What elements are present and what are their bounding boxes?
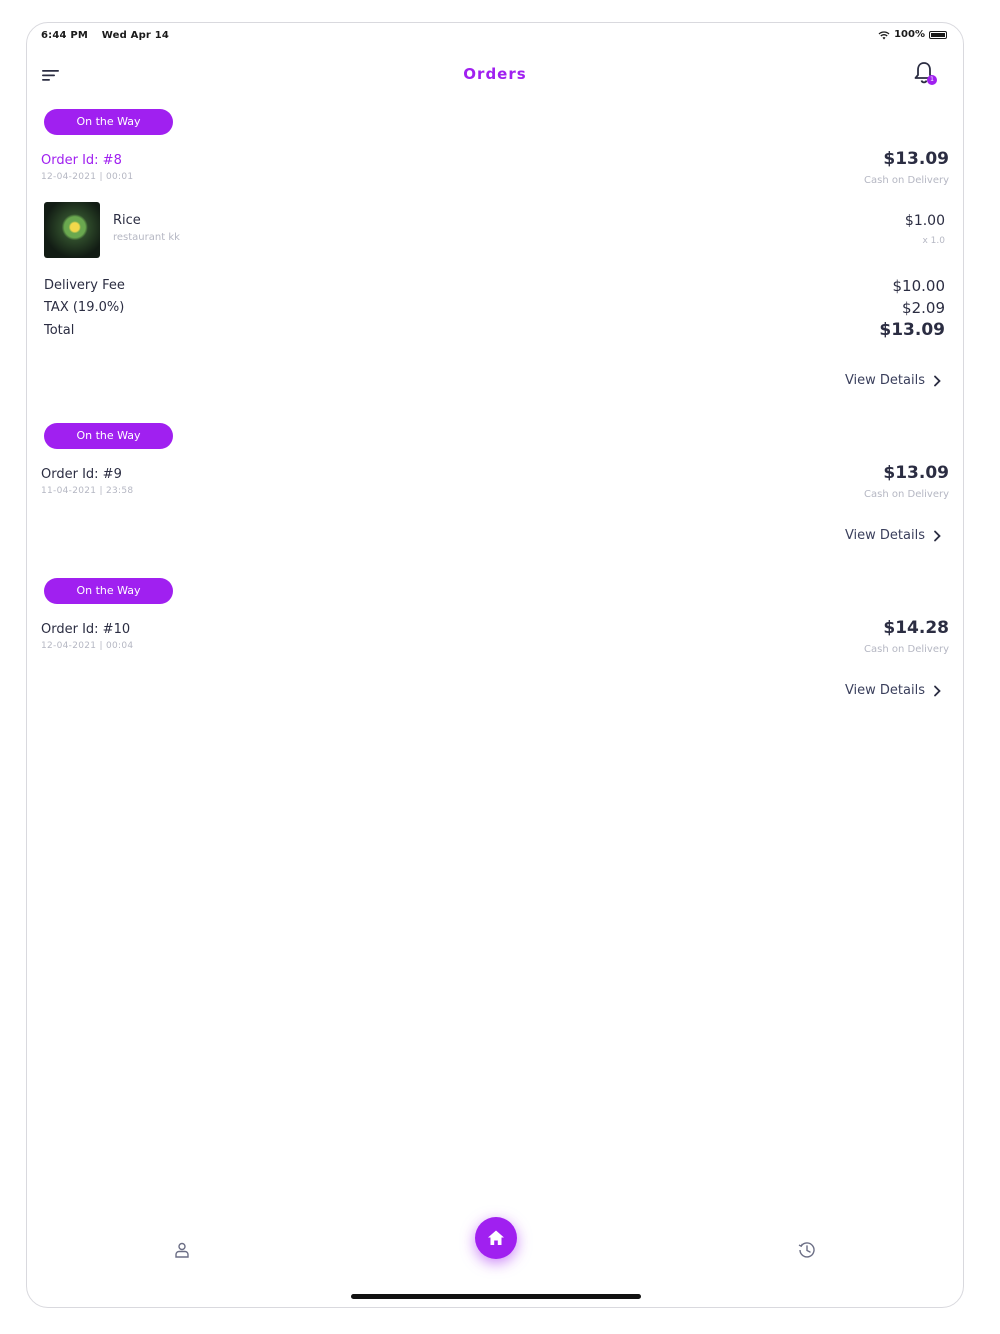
view-details-label: View Details [844,528,925,543]
home-button[interactable] [475,1217,517,1259]
tax-value: $2.09 [902,299,945,317]
total-value: $13.09 [879,320,945,340]
device-frame: 6:44 PM Wed Apr 14 100% Orders 1 On the … [26,22,964,1308]
view-details-link[interactable]: View Details [845,528,941,543]
notification-badge: 1 [927,75,937,85]
order-total: $14.28 [883,618,949,638]
view-details-link[interactable]: View Details [845,373,941,388]
history-icon[interactable] [797,1240,817,1260]
order-date: 11-04-2021 | 23:58 [41,486,134,496]
status-bar: 6:44 PM Wed Apr 14 100% [27,23,963,49]
total-label: Total [44,323,75,338]
order-status-pill[interactable]: On the Way [44,578,173,604]
delivery-fee-label: Delivery Fee [44,278,125,293]
item-restaurant: restaurant kk [113,232,180,243]
chevron-right-icon [934,685,941,696]
notifications-button[interactable]: 1 [913,61,937,87]
status-date: Wed Apr 14 [101,30,170,41]
delivery-fee-value: $10.00 [892,277,946,295]
view-details-label: View Details [844,683,925,698]
status-time: 6:44 PM [41,30,89,41]
profile-icon[interactable] [173,1241,191,1259]
home-icon [488,1230,504,1245]
order-id: Order Id: #10 [41,622,131,637]
order-status-pill[interactable]: On the Way [44,109,173,135]
order-date: 12-04-2021 | 00:04 [41,641,134,651]
item-quantity: x 1.0 [922,236,946,246]
bottom-nav [27,1217,963,1307]
chevron-right-icon [934,375,941,386]
payment-method: Cash on Delivery [864,175,949,186]
app-header: Orders 1 [27,59,963,99]
order-status-pill[interactable]: On the Way [44,423,173,449]
order-id: Order Id: #9 [41,467,122,482]
view-details-label: View Details [844,373,925,388]
order-total: $13.09 [883,149,949,169]
home-indicator [351,1294,641,1299]
view-details-link[interactable]: View Details [845,683,941,698]
page-title: Orders [463,65,527,83]
item-price: $1.00 [904,213,945,229]
food-item-image [44,202,100,258]
payment-method: Cash on Delivery [864,644,949,655]
order-total: $13.09 [883,463,949,483]
wifi-icon [878,30,890,39]
battery-percent: 100% [894,29,925,40]
tax-label: TAX (19.0%) [44,300,125,315]
order-id: Order Id: #8 [41,153,122,168]
item-name: Rice [113,213,141,228]
payment-method: Cash on Delivery [864,489,949,500]
battery-icon [929,30,947,39]
chevron-right-icon [934,530,941,541]
order-date: 12-04-2021 | 00:01 [41,172,134,182]
